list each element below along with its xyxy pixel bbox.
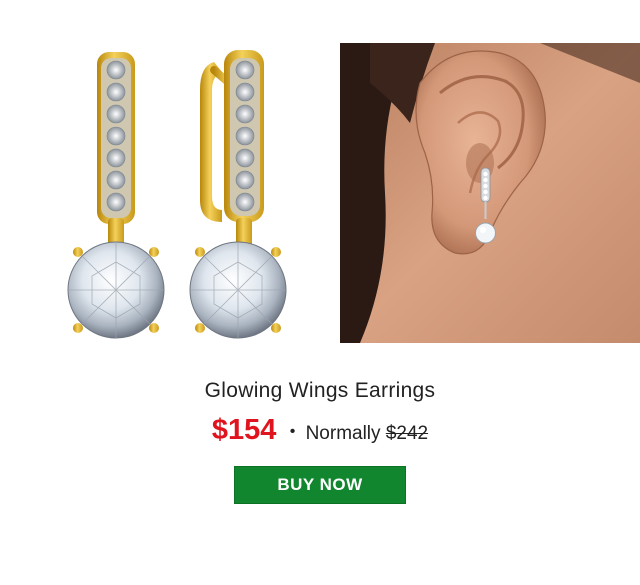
ear-illustration (340, 43, 640, 343)
earrings-illustration (67, 50, 287, 339)
normally-label: Normally (305, 423, 381, 444)
product-info: Glowing Wings Earrings $154 • Normally $… (0, 376, 640, 447)
price-line: $154 • Normally $242 (0, 413, 640, 447)
buy-now-button[interactable]: BUY NOW (234, 466, 406, 504)
left-earring (67, 52, 165, 339)
earring-worn-on-ear-photo[interactable] (340, 43, 640, 343)
sale-price: $154 (211, 414, 277, 446)
bullet-separator: • (289, 423, 296, 440)
product-title: Glowing Wings Earrings (204, 379, 436, 402)
earrings-product-photo[interactable] (0, 0, 340, 343)
right-earring (189, 50, 287, 339)
original-price: $242 (385, 423, 429, 444)
product-images (0, 0, 640, 343)
